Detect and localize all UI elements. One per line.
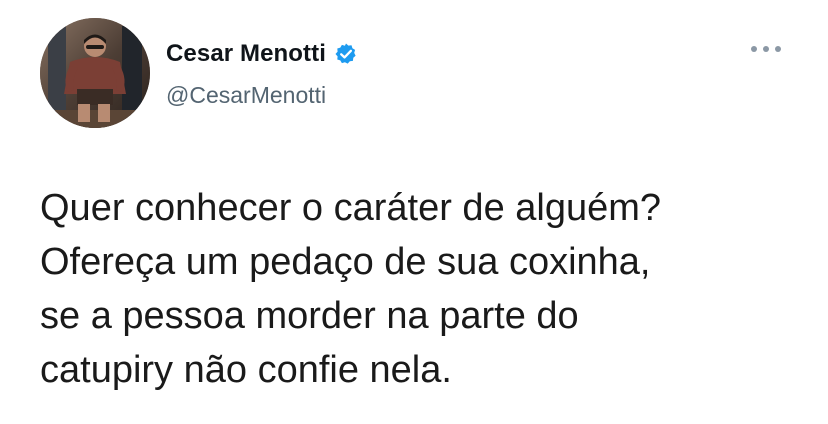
avatar-photo-icon <box>40 18 150 128</box>
tweet-card: Cesar Menotti @CesarMenotti Quer conhece… <box>0 0 828 424</box>
author-handle[interactable]: @CesarMenotti <box>166 82 326 109</box>
tweet-text: Quer conhecer o caráter de alguém? Ofere… <box>40 181 800 397</box>
more-options-icon <box>751 46 781 52</box>
verified-badge-icon <box>334 42 358 66</box>
tweet-text-line: catupiry não confie nela. <box>40 349 452 391</box>
author-display-name[interactable]: Cesar Menotti <box>166 40 326 68</box>
tweet-text-line: Ofereça um pedaço de sua coxinha, <box>40 241 651 283</box>
tweet-text-line: se a pessoa morder na parte do <box>40 295 579 337</box>
author-avatar[interactable] <box>40 18 150 128</box>
more-options-button[interactable] <box>744 36 788 62</box>
author-name-row: Cesar Menotti <box>166 36 358 72</box>
tweet-text-line: Quer conhecer o caráter de alguém? <box>40 187 662 229</box>
